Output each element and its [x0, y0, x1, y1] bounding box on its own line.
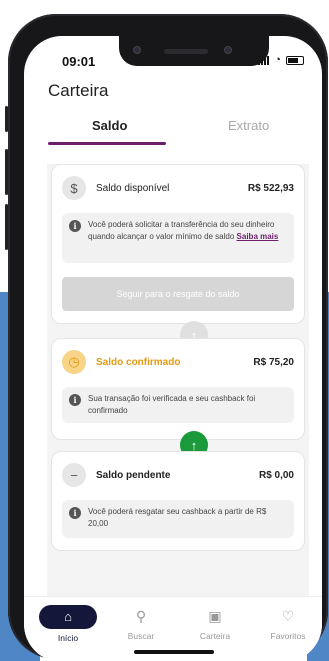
info-text: Você poderá resgatar seu cashback a part…	[88, 507, 267, 528]
saldo-disponivel-label: Saldo disponível	[96, 182, 170, 194]
saldo-pendente-amount: R$ 0,00	[258, 469, 294, 481]
card-header: $ Saldo disponível R$ 522,93	[62, 175, 294, 201]
card-saldo-confirmado: ◷ Saldo confirmado R$ 75,20 i Sua transa…	[51, 338, 305, 440]
wallet-icon: ▣	[208, 608, 222, 624]
info-box: i Você poderá resgatar seu cashback a pa…	[62, 500, 294, 538]
search-icon: ⚲	[135, 608, 147, 624]
info-icon: i	[69, 220, 81, 232]
info-icon: i	[69, 394, 81, 406]
status-icons: ◔	[258, 54, 304, 66]
saiba-mais-link[interactable]: Saiba mais	[237, 232, 279, 241]
info-icon: i	[69, 507, 81, 519]
active-tab-indicator	[48, 142, 166, 145]
home-icon: ⌂	[39, 605, 97, 629]
card-header: ◷ Saldo confirmado R$ 75,20	[62, 349, 294, 375]
volume-down-button	[5, 204, 8, 250]
card-header: − Saldo pendente R$ 0,00	[62, 462, 294, 488]
signal-icon	[258, 55, 270, 65]
minus-icon: −	[62, 463, 86, 487]
saldo-pendente-label: Saldo pendente	[96, 469, 171, 481]
phone-frame: 09:01 ◔ Carteira Saldo Extrato $ Saldo d…	[5, 14, 328, 661]
volume-up-button	[5, 149, 8, 195]
nav-buscar[interactable]: ⚲ Buscar	[111, 605, 171, 641]
tab-saldo[interactable]: Saldo	[92, 118, 127, 133]
clock-icon: ◷	[62, 350, 86, 374]
mute-switch	[5, 106, 8, 132]
info-text: Sua transação foi verificada e seu cashb…	[88, 394, 256, 415]
info-box: i Você poderá solicitar a transferência …	[62, 213, 294, 263]
wifi-icon: ◔	[274, 54, 281, 66]
nav-favoritos[interactable]: ♡ Favoritos	[258, 605, 318, 641]
saldo-confirmado-label: Saldo confirmado	[96, 356, 181, 368]
nav-label: Favoritos	[270, 631, 306, 641]
resgate-button[interactable]: Seguir para o resgate do saldo	[62, 277, 294, 311]
app-screen: 09:01 ◔ Carteira Saldo Extrato $ Saldo d…	[24, 36, 322, 661]
page: 09:01 ◔ Carteira Saldo Extrato $ Saldo d…	[0, 0, 329, 661]
sensor-icon	[224, 46, 232, 54]
card-saldo-disponivel: $ Saldo disponível R$ 522,93 i Você pode…	[51, 164, 305, 324]
nav-label: Buscar	[127, 631, 155, 641]
saldo-disponivel-amount: R$ 522,93	[247, 182, 294, 194]
info-box: i Sua transação foi verificada e seu cas…	[62, 387, 294, 423]
speaker-grille	[164, 49, 208, 54]
battery-icon	[286, 55, 304, 65]
notch	[119, 36, 269, 66]
status-time: 09:01	[62, 54, 96, 69]
page-title: Carteira	[48, 81, 109, 100]
wallet-content: $ Saldo disponível R$ 522,93 i Você pode…	[47, 164, 309, 596]
tab-extrato[interactable]: Extrato	[228, 118, 269, 133]
saldo-confirmado-amount: R$ 75,20	[253, 356, 294, 368]
tab-bar: Saldo Extrato	[48, 118, 306, 145]
home-indicator	[134, 650, 214, 654]
card-saldo-pendente: − Saldo pendente R$ 0,00 i Você poderá r…	[51, 451, 305, 551]
nav-carteira[interactable]: ▣ Carteira	[185, 605, 245, 641]
heart-icon: ♡	[281, 608, 295, 624]
bottom-navigation: ⌂ Início ⚲ Buscar ▣ Carteira ♡ Favoritos	[24, 596, 322, 661]
nav-label: Carteira	[199, 631, 231, 641]
camera-icon	[133, 46, 141, 54]
nav-label: Início	[57, 633, 79, 643]
dollar-icon: $	[62, 176, 86, 200]
nav-inicio[interactable]: ⌂ Início	[38, 605, 98, 643]
